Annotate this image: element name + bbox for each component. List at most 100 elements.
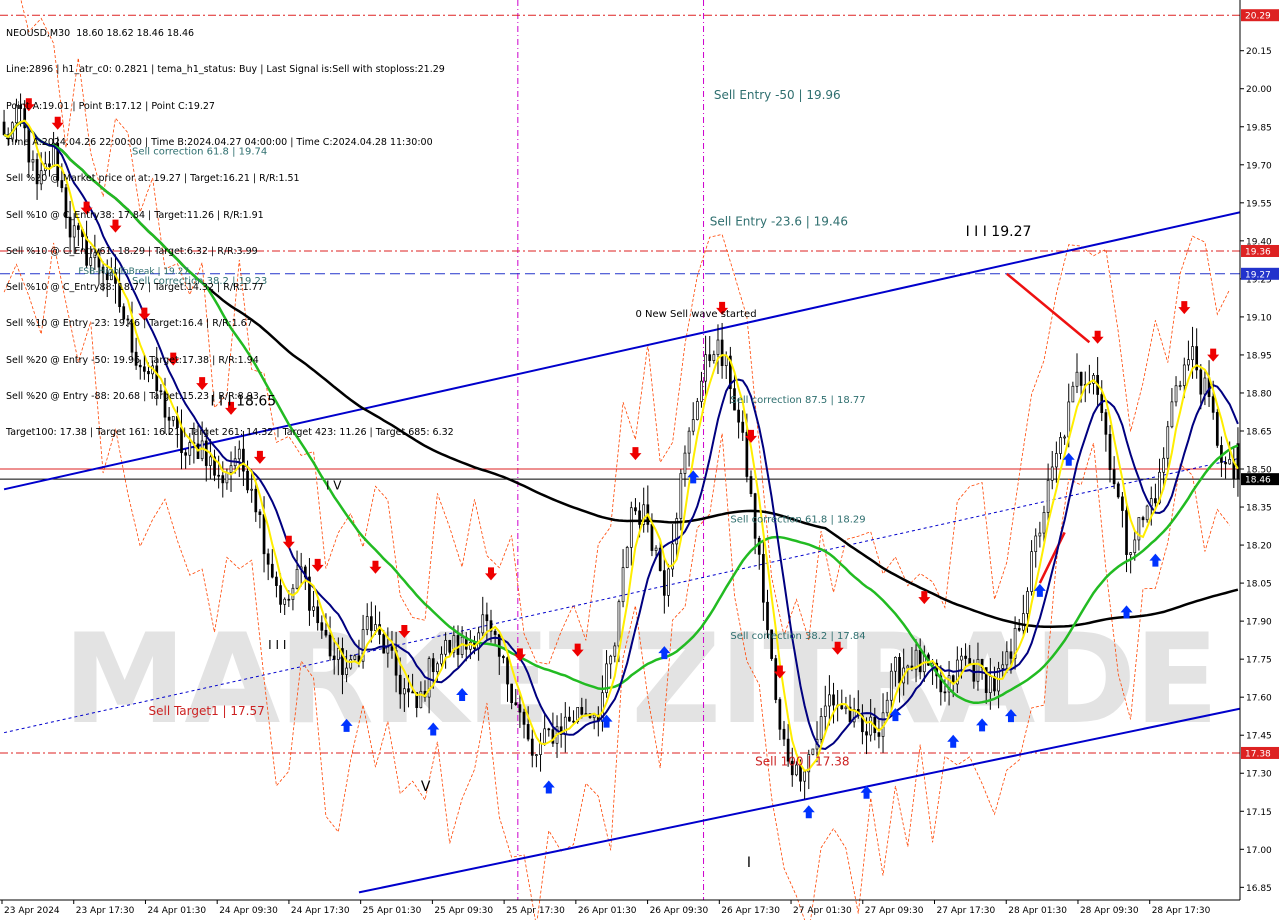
time-tick-label: 28 Apr 09:30 <box>1080 906 1139 916</box>
info-line-points: Point A:19.01 | Point B:17.12 | Point C:… <box>6 100 215 112</box>
candle-body <box>662 570 666 596</box>
candle-body <box>440 653 443 665</box>
candle-body <box>522 711 526 725</box>
candle-body <box>1137 517 1141 541</box>
price-tick-label: 17.90 <box>1246 618 1272 628</box>
candle-body <box>390 646 394 651</box>
candle-body <box>287 598 291 601</box>
candle-body <box>1108 433 1112 470</box>
candle-body <box>229 465 233 473</box>
candle-body <box>712 354 716 361</box>
candle-body <box>572 720 575 723</box>
price-tick-label: 19.10 <box>1246 313 1272 323</box>
candle-body <box>506 657 509 685</box>
candle-body <box>403 688 406 695</box>
info-panel: NEOUSD,M30 18.60 18.62 18.46 18.46 Line:… <box>6 4 454 451</box>
info-line-status: Line:2896 | h1_atr_c0: 0.2821 | tema_h1_… <box>6 64 445 76</box>
candle-body <box>687 430 691 454</box>
candle-body <box>609 655 613 665</box>
candle-body <box>840 705 844 710</box>
chart-annotation: I I I 19.27 <box>966 224 1032 240</box>
candle-body <box>262 514 266 555</box>
candle-body <box>353 655 357 660</box>
candle-body <box>1042 512 1046 534</box>
candle-body <box>757 537 761 555</box>
candle-body <box>1170 401 1174 428</box>
price-axis[interactable]: 20.1520.0019.8519.7019.5519.4019.2519.10… <box>1239 0 1280 920</box>
candle-body <box>1187 359 1190 366</box>
candle-body <box>2 121 6 136</box>
candle-body <box>819 716 823 740</box>
price-tick-label: 18.80 <box>1246 389 1272 399</box>
candle-body <box>1129 552 1132 555</box>
info-line-sell-e23: Sell %10 @ Entry -23: 19.46 | Target:16.… <box>6 318 253 330</box>
time-axis[interactable]: 23 Apr 2024 23 Apr 17:30 24 Apr 01:30 24 Ap… <box>0 899 1240 916</box>
candle-body <box>613 645 617 657</box>
candle-body <box>749 476 753 494</box>
candle-body <box>1071 385 1075 403</box>
candle-body <box>885 699 889 714</box>
candle-body <box>592 714 596 718</box>
candle-body <box>1121 496 1124 511</box>
candle-body <box>828 694 831 707</box>
candle-body <box>774 658 778 700</box>
time-tick-label: 27 Apr 09:30 <box>865 906 924 916</box>
candle-body <box>894 657 897 672</box>
candle-body <box>1141 517 1145 521</box>
time-tick-label: 23 Apr 17:30 <box>76 906 135 916</box>
candle-body <box>621 567 625 603</box>
candle-body <box>1005 651 1009 666</box>
candle-body <box>918 649 922 673</box>
watermark: MARKETZITRADE <box>63 608 1219 752</box>
chart-annotation: Sell 100 | 17.38 <box>755 755 849 769</box>
candle-body <box>741 421 745 433</box>
price-tick-label: 17.00 <box>1246 846 1272 856</box>
candle-body <box>1199 369 1203 395</box>
candle-body <box>279 585 282 605</box>
chart-annotation: V <box>421 779 431 795</box>
candle-body <box>258 511 262 515</box>
time-tick-label: 23 Apr 2024 <box>4 906 60 916</box>
time-tick-label: 27 Apr 17:30 <box>937 906 996 916</box>
candle-body <box>708 354 712 361</box>
info-line-symbol: NEOUSD,M30 18.60 18.62 18.46 18.46 <box>6 28 195 40</box>
candle-body <box>1050 466 1054 481</box>
candle-body <box>1116 483 1120 498</box>
time-tick-label: 24 Apr 01:30 <box>147 906 206 916</box>
candle-body <box>275 576 278 586</box>
candle-body <box>1017 628 1021 631</box>
price-tick-label: 20.15 <box>1246 47 1272 57</box>
chart-annotation: Sell correction 61.8 | 18.29 <box>730 514 865 525</box>
candle-body <box>1001 664 1005 669</box>
candle-body <box>1075 371 1079 387</box>
candle-body <box>889 670 893 701</box>
candle-body <box>617 601 621 647</box>
price-tick-label: 17.75 <box>1246 656 1272 666</box>
price-tick-label: 18.35 <box>1246 504 1272 514</box>
time-tick-label: 24 Apr 09:30 <box>219 906 278 916</box>
candle-body <box>832 694 835 706</box>
chart-annotation: I <box>747 855 751 871</box>
candle-body <box>1021 613 1025 631</box>
candle-body <box>246 470 249 491</box>
candle-body <box>1182 364 1186 386</box>
chart-annotation: I V <box>326 478 342 492</box>
candle-body <box>374 624 377 631</box>
price-axis-background <box>1240 0 1280 920</box>
candle-body <box>778 699 782 730</box>
candle-body <box>386 646 390 654</box>
candle-body <box>345 667 348 675</box>
candle-body <box>695 401 699 420</box>
candle-body <box>539 742 542 755</box>
candle-body <box>221 475 225 484</box>
candle-body <box>580 707 584 715</box>
candle-body <box>1211 396 1215 413</box>
candle-body <box>431 658 435 673</box>
candle-body <box>1162 457 1166 473</box>
candle-body <box>456 635 460 655</box>
candle-body <box>683 452 687 474</box>
candle-body <box>328 634 332 657</box>
candle-body <box>762 554 765 603</box>
candle-body <box>514 702 518 706</box>
candle-body <box>526 724 530 740</box>
